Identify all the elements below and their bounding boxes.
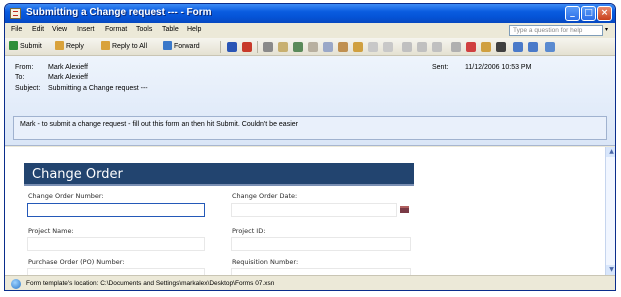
from-value: Mark Alexieff: [48, 64, 88, 71]
window-title: Submitting a Change request --- - Form: [26, 7, 212, 18]
form-header-band: Change Order: [24, 163, 414, 186]
maximize-button[interactable]: □: [581, 6, 596, 21]
previous-item-icon[interactable]: [513, 42, 523, 52]
delete-icon[interactable]: [496, 42, 506, 52]
cut-icon[interactable]: [308, 42, 318, 52]
forward-icon: [163, 41, 172, 50]
save-icon[interactable]: [227, 42, 237, 52]
vertical-scrollbar[interactable]: ▲ ▼: [605, 147, 615, 275]
form-app-icon: [10, 8, 21, 19]
title-bar[interactable]: Submitting a Change request --- - Form _…: [5, 4, 615, 23]
project-id-label: Project ID:: [232, 227, 266, 235]
from-label: From:: [15, 64, 34, 71]
ask-question-box[interactable]: Type a question for help: [509, 25, 603, 36]
project-name-field[interactable]: [27, 237, 205, 251]
subject-value: Submitting a Change request ---: [48, 85, 148, 92]
sent-label: Sent:: [432, 64, 449, 71]
menu-edit[interactable]: Edit: [32, 26, 44, 33]
change-order-number-label: Change Order Number:: [28, 192, 104, 200]
flag-icon[interactable]: [466, 42, 476, 52]
menu-tools[interactable]: Tools: [136, 26, 152, 33]
reply-all-icon: [101, 41, 110, 50]
po-number-label: Purchase Order (PO) Number:: [28, 258, 125, 266]
forward-button[interactable]: Forward: [163, 41, 200, 53]
paste-icon[interactable]: [338, 42, 348, 52]
requisition-number-label: Requisition Number:: [232, 258, 299, 266]
change-order-date-field[interactable]: [231, 203, 397, 217]
form-window: Submitting a Change request --- - Form _…: [4, 3, 616, 291]
toolbar-separator: [257, 41, 258, 53]
form-title: Change Order: [32, 167, 123, 182]
table-layout-icon[interactable]: [417, 42, 427, 52]
project-name-label: Project Name:: [28, 227, 74, 235]
reply-label: Reply: [66, 43, 84, 50]
message-body[interactable]: Mark - to submit a change request - fill…: [13, 116, 607, 140]
print-icon[interactable]: [263, 42, 273, 52]
menu-table[interactable]: Table: [162, 26, 179, 33]
reply-icon: [55, 41, 64, 50]
close-button[interactable]: ×: [597, 6, 612, 21]
forward-label: Forward: [174, 43, 200, 50]
toolbar-separator: [220, 41, 221, 53]
menu-view[interactable]: View: [52, 26, 67, 33]
change-order-date-label: Change Order Date:: [232, 192, 298, 200]
reply-button[interactable]: Reply: [55, 41, 84, 53]
scroll-up-icon[interactable]: ▲: [606, 147, 615, 157]
undo-icon[interactable]: [368, 42, 378, 52]
status-text: Form template's location: C:\Documents a…: [26, 280, 275, 287]
toolbar: Submit Reply Reply to All Forward: [5, 38, 615, 56]
format-painter-icon[interactable]: [353, 42, 363, 52]
requisition-number-field[interactable]: [231, 268, 411, 275]
spelling-icon[interactable]: [293, 42, 303, 52]
attach-icon[interactable]: [481, 42, 491, 52]
form-location-icon: [11, 279, 21, 289]
menu-file[interactable]: File: [11, 26, 22, 33]
redo-icon[interactable]: [383, 42, 393, 52]
form-view: Change Order Change Order Number: Change…: [5, 147, 605, 275]
print-preview-icon[interactable]: [278, 42, 288, 52]
submit-label: Submit: [20, 43, 42, 50]
help-icon[interactable]: [545, 42, 555, 52]
submit-button[interactable]: Submit: [9, 41, 42, 53]
project-id-field[interactable]: [231, 237, 411, 251]
calendar-icon[interactable]: [400, 206, 409, 213]
po-number-field[interactable]: [27, 268, 205, 275]
to-value: Mark Alexieff: [48, 74, 88, 81]
address-book-icon[interactable]: [451, 42, 461, 52]
next-item-icon[interactable]: [528, 42, 538, 52]
menu-format[interactable]: Format: [105, 26, 127, 33]
pdf-icon[interactable]: [242, 42, 252, 52]
menu-bar: File Edit View Insert Format Tools Table…: [5, 23, 615, 38]
merge-cells-icon[interactable]: [432, 42, 442, 52]
subject-label: Subject:: [15, 85, 41, 92]
status-bar: Form template's location: C:\Documents a…: [5, 275, 615, 290]
minimize-button[interactable]: _: [565, 6, 580, 21]
message-header: From: Mark Alexieff To: Mark Alexieff Su…: [5, 56, 615, 146]
ask-dropdown-icon[interactable]: ▾: [605, 26, 608, 33]
to-label: To:: [15, 74, 25, 81]
reply-all-button[interactable]: Reply to All: [101, 41, 147, 53]
submit-icon: [9, 41, 18, 50]
sent-value: 11/12/2006 10:53 PM: [465, 64, 532, 71]
menu-insert[interactable]: Insert: [77, 26, 95, 33]
change-order-number-field[interactable]: [27, 203, 205, 217]
insert-table-icon[interactable]: [402, 42, 412, 52]
scroll-down-icon[interactable]: ▼: [606, 265, 615, 275]
reply-all-label: Reply to All: [112, 43, 148, 50]
menu-help[interactable]: Help: [187, 26, 201, 33]
copy-icon[interactable]: [323, 42, 333, 52]
